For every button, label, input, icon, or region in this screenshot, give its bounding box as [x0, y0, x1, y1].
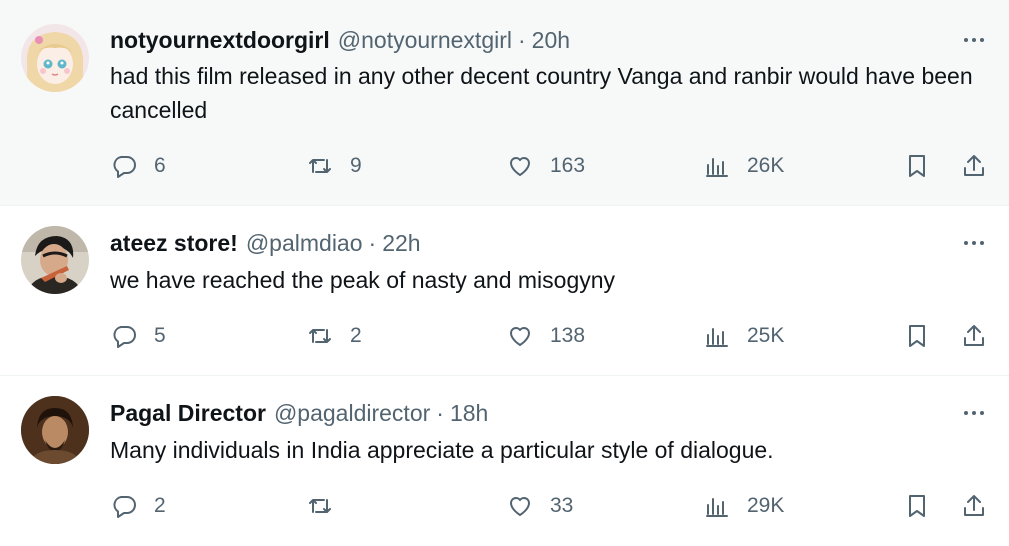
tweet-header: Pagal Director @pagaldirector · 18h	[110, 398, 488, 428]
like-count: 138	[550, 324, 586, 347]
avatar[interactable]	[21, 396, 89, 464]
views-count: 29K	[747, 494, 785, 517]
action-bar: 5 2 138 25K	[0, 319, 1009, 353]
bookmark-button[interactable]	[903, 319, 931, 353]
display-name[interactable]: Pagal Director	[110, 400, 266, 427]
tweet-text: had this film released in any other dece…	[110, 63, 973, 123]
retweet-icon	[309, 499, 331, 513]
tweet-text: we have reached the peak of nasty and mi…	[110, 267, 616, 293]
reply-count: 6	[154, 154, 166, 177]
views-button[interactable]: 26K	[703, 149, 784, 183]
tweet[interactable]: notyournextdoorgirl @notyournextgirl · 2…	[0, 0, 1009, 206]
action-bar: 2 33 29K	[0, 489, 1009, 523]
retweet-button[interactable]: 2	[306, 319, 362, 353]
user-handle[interactable]: @pagaldirector	[274, 400, 430, 427]
bookmark-icon	[909, 325, 925, 347]
tweet-text: Many individuals in India appreciate a p…	[110, 437, 774, 463]
timestamp[interactable]: 22h	[382, 230, 420, 257]
reply-count: 5	[154, 324, 166, 347]
retweet-icon	[309, 159, 331, 173]
like-button[interactable]: 163	[506, 149, 585, 183]
separator: ·	[518, 26, 526, 53]
views-icon	[706, 158, 728, 177]
display-name[interactable]: notyournextdoorgirl	[110, 27, 330, 54]
bookmark-button[interactable]	[903, 489, 931, 523]
tweet-header: ateez store! @palmdiao · 22h	[110, 228, 421, 258]
reply-count: 2	[154, 494, 166, 517]
bookmark-button[interactable]	[903, 149, 931, 183]
bookmark-icon	[909, 495, 925, 517]
heart-icon	[510, 327, 530, 346]
more-dots-icon[interactable]	[957, 26, 991, 54]
share-button[interactable]	[960, 319, 988, 353]
retweet-count: 9	[350, 154, 362, 177]
user-handle[interactable]: @palmdiao	[246, 230, 363, 257]
share-icon	[964, 325, 984, 346]
share-icon	[964, 155, 984, 176]
retweet-count: 2	[350, 324, 362, 347]
views-button[interactable]: 25K	[703, 319, 784, 353]
reply-icon	[113, 326, 136, 348]
reply-icon	[113, 496, 136, 518]
share-button[interactable]	[960, 489, 988, 523]
bookmark-icon	[909, 155, 925, 177]
avatar[interactable]	[21, 226, 89, 294]
more-dots-icon[interactable]	[957, 399, 991, 427]
like-button[interactable]: 33	[506, 489, 573, 523]
views-button[interactable]: 29K	[703, 489, 784, 523]
share-button[interactable]	[960, 149, 988, 183]
tweet-header: notyournextdoorgirl @notyournextgirl · 2…	[110, 25, 570, 55]
reply-button[interactable]: 2	[110, 489, 166, 523]
retweet-button[interactable]: 9	[306, 149, 362, 183]
views-count: 25K	[747, 324, 785, 347]
share-icon	[964, 495, 984, 516]
timestamp[interactable]: 20h	[532, 27, 570, 54]
like-count: 163	[550, 154, 586, 177]
separator: ·	[436, 399, 444, 426]
more-dots-icon[interactable]	[957, 229, 991, 257]
reply-button[interactable]: 6	[110, 149, 166, 183]
views-count: 26K	[747, 154, 785, 177]
action-bar: 6 9 163 26K	[0, 149, 1009, 183]
heart-icon	[510, 497, 530, 516]
reply-button[interactable]: 5	[110, 319, 166, 353]
retweet-icon	[309, 329, 331, 343]
heart-icon	[510, 157, 530, 176]
views-icon	[706, 498, 728, 517]
like-count: 33	[550, 494, 574, 517]
like-button[interactable]: 138	[506, 319, 585, 353]
reply-icon	[113, 156, 136, 178]
timestamp[interactable]: 18h	[450, 400, 488, 427]
tweet[interactable]: Pagal Director @pagaldirector · 18h Many…	[0, 376, 1009, 546]
views-icon	[706, 328, 728, 347]
user-handle[interactable]: @notyournextgirl	[338, 27, 512, 54]
display-name[interactable]: ateez store!	[110, 230, 238, 257]
separator: ·	[368, 229, 377, 256]
retweet-button[interactable]	[306, 489, 350, 523]
tweet[interactable]: ateez store! @palmdiao · 22h we have rea…	[0, 206, 1009, 376]
avatar[interactable]	[21, 24, 89, 92]
